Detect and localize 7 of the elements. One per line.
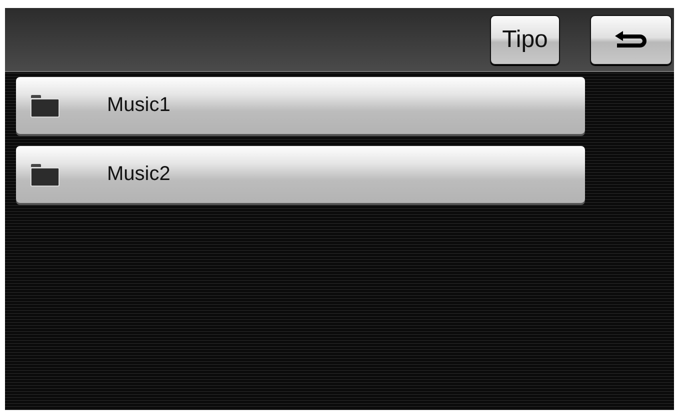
type-button[interactable]: Tipo xyxy=(490,14,560,64)
folder-item[interactable]: Music2 xyxy=(16,146,585,203)
return-arrow-icon xyxy=(613,30,649,48)
back-button[interactable] xyxy=(590,14,672,64)
folder-item[interactable]: Music1 xyxy=(16,77,585,134)
folder-icon xyxy=(30,94,60,118)
folder-icon xyxy=(30,162,60,186)
